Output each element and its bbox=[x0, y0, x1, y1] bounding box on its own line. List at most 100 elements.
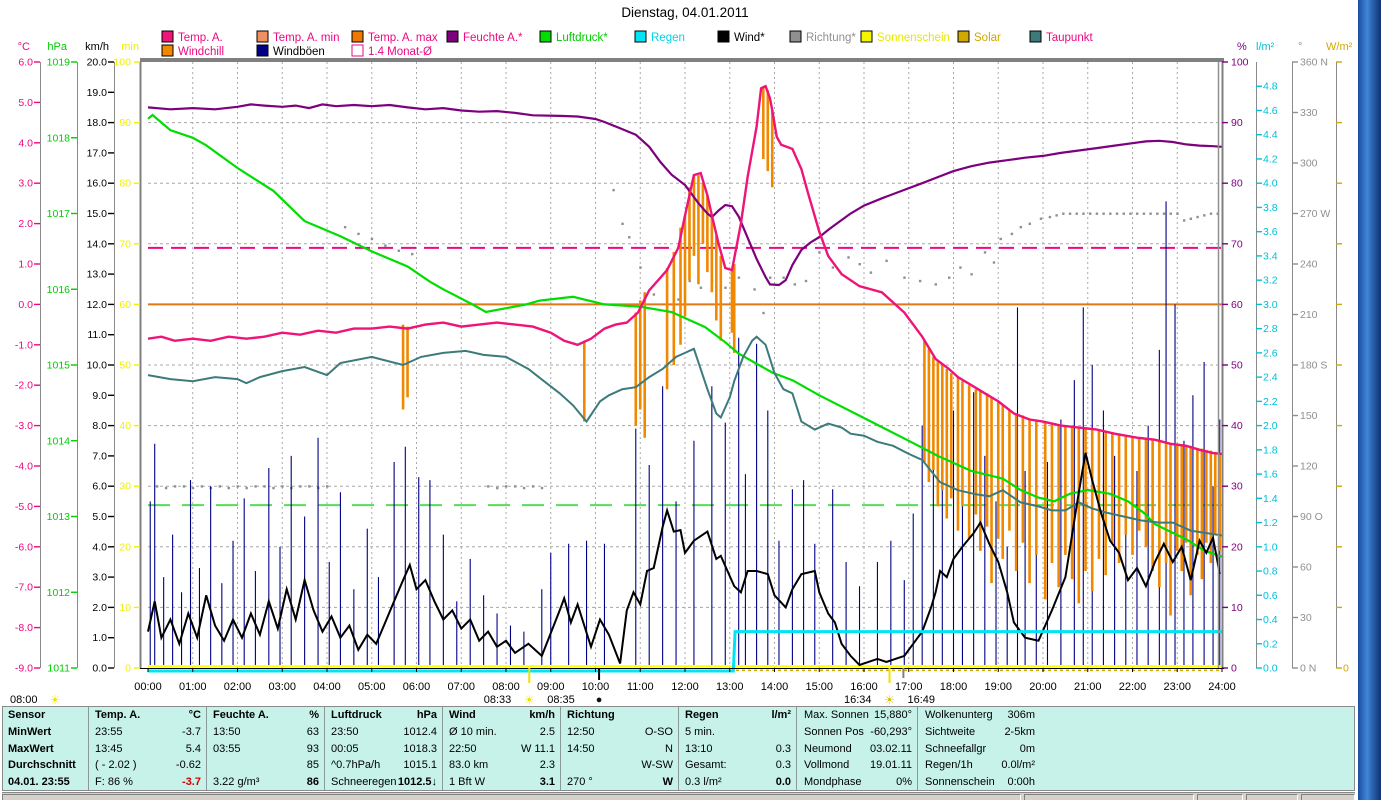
axis-tick-label-hpa: 1012 bbox=[47, 587, 71, 599]
table-row-label: Sensor bbox=[3, 707, 88, 724]
x-tick-label: 14:00 bbox=[761, 681, 789, 693]
axis-tick-label-lm2: 4.4 bbox=[1263, 129, 1278, 141]
column-unit: °C bbox=[188, 709, 201, 721]
cell-value: W bbox=[662, 776, 673, 789]
wind-direction-dot bbox=[411, 252, 414, 256]
table-row-label: Durchschnitt bbox=[3, 757, 88, 774]
moonset-time: 16:49 bbox=[908, 694, 936, 705]
cell-value: 93 bbox=[306, 742, 319, 755]
wind-direction-dot bbox=[513, 485, 517, 488]
axis-tick-label-lm2: 4.2 bbox=[1263, 153, 1278, 165]
axis-tick-label-min: 70 bbox=[119, 238, 131, 250]
legend-swatch-feuchte-a- bbox=[446, 30, 459, 43]
x-tick-label: 22:00 bbox=[1119, 681, 1147, 693]
wind-direction-dot bbox=[1055, 214, 1058, 217]
wind-direction-dot bbox=[326, 485, 329, 488]
table-info-row: Vollmond 19.01.11 bbox=[799, 757, 917, 774]
legend-swatch-temp-a-min bbox=[256, 30, 269, 43]
wind-direction-dot bbox=[688, 279, 691, 283]
axis-tick-label-kmh: 5.0 bbox=[92, 511, 107, 523]
axis-tick-label-kmh: 18.0 bbox=[87, 117, 108, 129]
table-row: 22:50 W 11.1 bbox=[444, 741, 560, 758]
wind-direction-dot bbox=[885, 259, 888, 263]
axis-tick-label-c: 2.0 bbox=[18, 218, 33, 230]
cell-value: -0.62 bbox=[175, 759, 201, 772]
table-info-row: Wolkenunterg 306m bbox=[920, 707, 1040, 724]
info-value: -60,293° bbox=[870, 725, 912, 738]
table-row: 5 min. bbox=[680, 724, 796, 741]
legend-label: Windböen bbox=[273, 46, 325, 58]
cell-value: W-SW bbox=[641, 759, 673, 772]
table-row: 03:55 93 bbox=[208, 741, 324, 758]
wind-direction-dot bbox=[1068, 212, 1072, 215]
row-label-text: Durchschnitt bbox=[8, 759, 76, 772]
axis-tick-label-min: 60 bbox=[119, 299, 131, 311]
axis-tick-label-lm2: 1.6 bbox=[1263, 469, 1278, 481]
table-row: 14:50 N bbox=[562, 741, 678, 758]
axis-tick-label-kmh: 1.0 bbox=[92, 632, 107, 644]
axis-tick-label-lm2: 4.8 bbox=[1263, 81, 1278, 93]
axis-tick-label-pct: 0 bbox=[1231, 663, 1237, 675]
axis-tick-label-lm2: 2.6 bbox=[1263, 347, 1278, 359]
axis-tick-label-kmh: 15.0 bbox=[87, 208, 108, 220]
axis-tick-label-lm2: 3.2 bbox=[1263, 275, 1278, 287]
legend-label: Richtung* bbox=[806, 32, 856, 44]
info-value: 0% bbox=[896, 776, 912, 789]
axis-tick-label-kmh: 10.0 bbox=[87, 360, 108, 372]
table-column: Richtung 12:50 O-SO 14:50 N W-SW 270 ° W bbox=[562, 707, 679, 790]
weather-chart: -9.0 -8.0 -7.0 -6.0 -5.0 -4.0 -3.0 -2.0 -1.0 0.0 1… bbox=[10, 30, 1353, 705]
info-label: Neumond bbox=[804, 742, 852, 755]
axis-tick-label-pct: 80 bbox=[1231, 178, 1243, 190]
axis-unit-hpa: hPa bbox=[47, 41, 67, 53]
axis-tick-label-kmh: 12.0 bbox=[87, 299, 108, 311]
wind-direction-dot bbox=[1019, 225, 1023, 229]
axis-tick-label-kmh: 13.0 bbox=[87, 269, 108, 281]
legend-label: Solar bbox=[974, 32, 1001, 44]
wind-direction-dot bbox=[281, 485, 284, 488]
cell-value: 86 bbox=[306, 776, 319, 789]
row-label-text: Sensor bbox=[8, 709, 46, 721]
cell-label: 3.22 g/m³ bbox=[213, 776, 260, 789]
wind-direction-dot bbox=[200, 485, 204, 488]
cell-label: 270 ° bbox=[567, 776, 593, 789]
legend-swatch-solar bbox=[957, 30, 970, 43]
info-label: Sonnenschein bbox=[925, 776, 995, 789]
legend-swatch-1-4-monat- bbox=[351, 44, 364, 57]
legend-swatch-richtung- bbox=[789, 30, 802, 43]
wind-direction-dot bbox=[818, 251, 821, 254]
wind-direction-dot bbox=[983, 251, 987, 254]
wind-direction-dot bbox=[1176, 212, 1179, 215]
cell-value: 5.4 bbox=[185, 742, 201, 755]
wind-direction-dot bbox=[487, 485, 490, 488]
cell-value: 1012.4 bbox=[403, 725, 437, 738]
cell-value: N bbox=[665, 742, 673, 755]
axis-tick-label-lm2: 2.4 bbox=[1263, 372, 1278, 384]
cell-label: 13:50 bbox=[213, 725, 241, 738]
legend-swatch-regen bbox=[634, 30, 647, 43]
info-value: 0:00h bbox=[1007, 776, 1035, 789]
wind-direction-dot bbox=[1209, 212, 1213, 215]
wind-direction-dot bbox=[769, 276, 772, 279]
axis-tick-label-c: 3.0 bbox=[18, 178, 33, 190]
info-value: 0m bbox=[1019, 742, 1035, 755]
status-bar-segment bbox=[2, 794, 1022, 800]
axis-tick-label-c: -3.0 bbox=[15, 420, 33, 432]
axis-tick-label-c: -9.0 bbox=[15, 663, 33, 675]
wind-direction-dot bbox=[999, 237, 1002, 241]
axis-tick-label-lm2: 2.0 bbox=[1263, 420, 1278, 432]
x-tick-label: 15:00 bbox=[805, 681, 833, 693]
table-info-column: Max. Sonnen 15,880° Sonnen Pos -60,293° Neum… bbox=[799, 707, 918, 790]
axis-tick-label-kmh: 14.0 bbox=[87, 238, 108, 250]
axis-tick-label-deg: 0 N bbox=[1300, 663, 1316, 675]
legend-swatch-luftdruck- bbox=[539, 30, 552, 43]
axis-tick-label-min: 90 bbox=[119, 117, 131, 129]
table-info-column: Wolkenunterg 306m Sichtweite 2-5km Schneefal… bbox=[920, 707, 1040, 790]
axis-tick-label-kmh: 19.0 bbox=[87, 87, 108, 99]
wind-direction-dot bbox=[970, 273, 973, 276]
sensor-stats-table: Sensor MinWert MaxWert Durchschnitt 04.01. 2… bbox=[2, 706, 1355, 791]
wind-direction-dot bbox=[357, 232, 360, 236]
info-label: Mondphase bbox=[804, 776, 862, 789]
axis-tick-label-hpa: 1013 bbox=[47, 511, 71, 523]
table-column-header: Wind km/h bbox=[444, 707, 560, 724]
cell-value: 2.3 bbox=[539, 759, 555, 772]
